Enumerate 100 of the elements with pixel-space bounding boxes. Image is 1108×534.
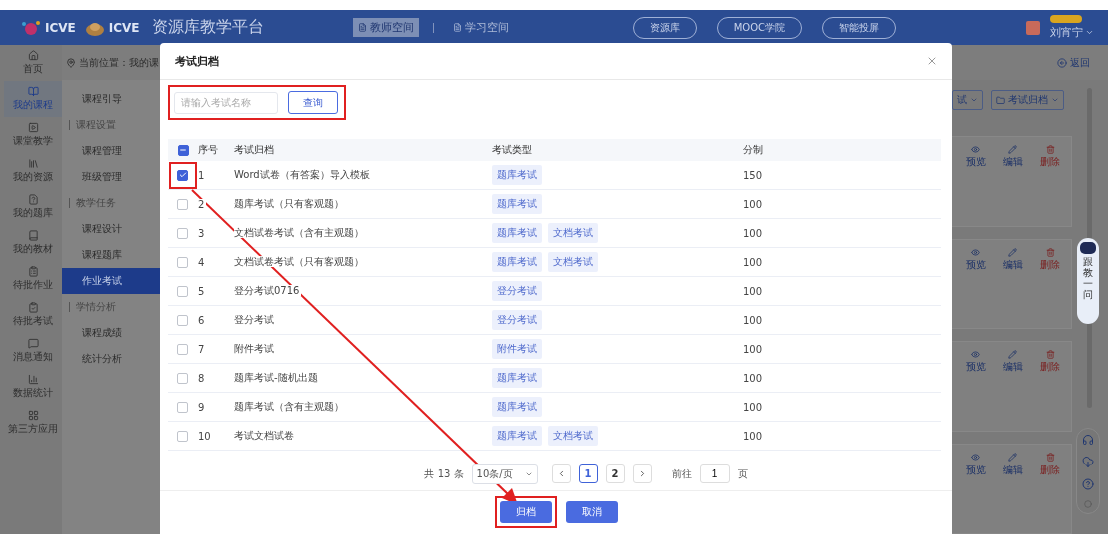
row-checkbox[interactable] <box>177 256 188 268</box>
table-cell: Word试卷（有答案）导入模板 <box>234 169 372 180</box>
message-icon <box>27 338 39 349</box>
level-badge <box>1050 15 1082 23</box>
edit-action[interactable]: 编辑 <box>1003 350 1023 374</box>
row-checkbox[interactable] <box>177 430 188 442</box>
logo-text: ICVE <box>108 21 140 34</box>
trash-icon <box>1045 247 1055 257</box>
avatar-icon <box>1026 20 1040 35</box>
preview-action[interactable]: 预览 <box>965 247 986 272</box>
goto-field[interactable]: 1 <box>699 464 730 483</box>
row-checkbox[interactable] <box>177 227 188 239</box>
table-cell: 9 <box>198 401 207 413</box>
page-button[interactable]: 1 <box>578 464 598 483</box>
table-cell: 考试文档试卷 <box>234 430 296 441</box>
help-icon[interactable] <box>1082 478 1094 490</box>
dialog-button[interactable]: 取消 <box>566 501 618 523</box>
menu-item[interactable]: 课程成绩 <box>62 320 161 346</box>
folder-icon <box>996 95 1005 105</box>
type-tag: 题库考试 <box>492 223 542 243</box>
menu-item[interactable]: 统计分析 <box>62 346 161 372</box>
table-cell: 1 <box>198 169 207 181</box>
nav-item[interactable]: 消息通知 <box>4 333 62 369</box>
eye-icon <box>971 350 981 359</box>
preview-action[interactable]: 预览 <box>965 145 986 169</box>
nav-item[interactable]: 数据统计 <box>4 369 62 405</box>
search-button[interactable]: 查询 <box>288 91 338 114</box>
type-tag: 文档考试 <box>548 223 598 243</box>
menu-item[interactable]: 课程设计 <box>62 216 161 242</box>
home-icon <box>27 50 39 61</box>
row-checkbox[interactable] <box>177 169 188 181</box>
type-tag: 题库考试 <box>492 397 542 417</box>
space-tab[interactable]: 教师空间 <box>352 18 419 37</box>
edit-action[interactable]: 编辑 <box>1003 452 1023 477</box>
headset-icon[interactable] <box>1082 434 1094 446</box>
delete-action[interactable]: 删除 <box>1040 145 1061 169</box>
select-all-checkbox[interactable] <box>177 144 189 156</box>
pencil-icon <box>1008 247 1018 257</box>
chevron-down-icon <box>1085 28 1094 37</box>
goto-label: 前往 <box>671 466 692 481</box>
menu-item[interactable]: 课程题库 <box>62 242 161 268</box>
search-field[interactable]: 请输入考试名称 <box>174 91 278 114</box>
table-cell: 3 <box>198 227 207 239</box>
nav-item[interactable]: 待批作业 <box>4 261 62 297</box>
delete-action[interactable]: 删除 <box>1040 247 1061 272</box>
logo-icon <box>20 18 42 37</box>
nav-item[interactable]: 我的教材 <box>4 225 62 261</box>
type-tag: 题库考试 <box>492 368 542 388</box>
user-menu[interactable]: 刘宵宁 <box>1050 25 1094 40</box>
row-checkbox[interactable] <box>177 372 188 384</box>
row-checkbox[interactable] <box>177 198 188 210</box>
table-cell: 登分考试0716 <box>234 285 302 296</box>
type-tag: 文档考试 <box>548 426 598 446</box>
delete-action[interactable]: 删除 <box>1040 452 1061 477</box>
minus-icon <box>179 146 187 154</box>
close-icon[interactable] <box>926 55 938 67</box>
edit-action[interactable]: 编辑 <box>1003 247 1023 272</box>
nav-item[interactable]: 我的题库 <box>4 189 62 225</box>
row-checkbox[interactable] <box>177 343 188 355</box>
pencil-icon <box>1008 350 1018 359</box>
delete-action[interactable]: 删除 <box>1040 350 1061 374</box>
table-cell: 8 <box>198 372 207 384</box>
edit-action[interactable]: 编辑 <box>1003 145 1023 169</box>
nav-item[interactable]: 首页 <box>4 45 62 81</box>
page-button[interactable]: 2 <box>605 464 625 483</box>
page-size-select[interactable]: 10条/页 <box>471 463 538 484</box>
preview-action[interactable]: 预览 <box>965 350 986 374</box>
nav-item[interactable]: 课堂教学 <box>4 117 62 153</box>
table-cell: 100 <box>743 285 765 297</box>
goto-suffix: 页 <box>737 466 748 481</box>
total-count: 共 13 条 <box>424 466 464 481</box>
row-checkbox[interactable] <box>177 285 188 297</box>
menu-item[interactable]: 课程引导 <box>62 86 161 112</box>
assistant-widget[interactable]: 跟教一问 <box>1077 238 1099 324</box>
nav-item[interactable]: 待批考试 <box>4 297 62 333</box>
menu-item[interactable]: 课程管理 <box>62 138 161 164</box>
table-cell: 150 <box>743 169 765 181</box>
nav-item[interactable]: 第三方应用 <box>4 405 62 441</box>
preview-action[interactable]: 预览 <box>965 452 986 477</box>
chart-icon <box>27 374 39 385</box>
download-icon[interactable] <box>1082 456 1094 468</box>
nav-item[interactable]: 我的课程 <box>4 81 62 117</box>
trash-icon <box>1045 452 1055 462</box>
check-icon <box>178 171 187 179</box>
nav-item[interactable]: 我的资源 <box>4 153 62 189</box>
pencil-icon <box>1008 452 1018 462</box>
back-link[interactable]: 返回 <box>1057 55 1090 70</box>
table-cell: 题库考试-随机出题 <box>234 372 320 383</box>
prev-page-button[interactable] <box>551 464 571 483</box>
next-page-button[interactable] <box>632 464 652 483</box>
menu-item[interactable]: 作业考试 <box>62 268 161 294</box>
row-checkbox[interactable] <box>177 314 188 326</box>
table-cell: 6 <box>198 314 207 326</box>
row-checkbox[interactable] <box>177 401 188 413</box>
space-tab[interactable]: 学习空间 <box>447 18 514 37</box>
document-icon <box>452 23 462 32</box>
location-icon <box>66 57 76 68</box>
menu-item[interactable]: 班级管理 <box>62 164 161 190</box>
filter-dropdown[interactable]: 考试归档 <box>991 90 1064 110</box>
dialog-button[interactable]: 归档 <box>500 501 552 523</box>
